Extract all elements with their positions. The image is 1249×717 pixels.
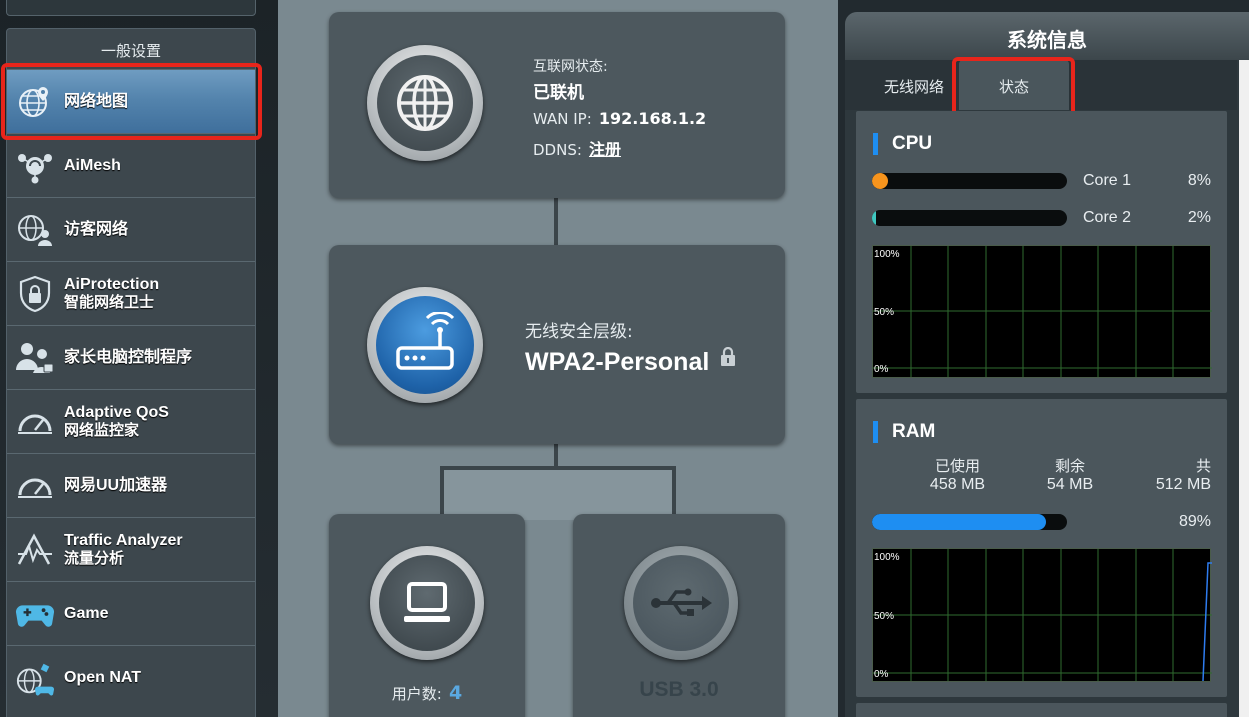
- router-button[interactable]: [367, 287, 483, 403]
- ram-used-label: 已使用: [934, 458, 980, 475]
- sidebar: 一般设置 网络地图 AiMesh 访客网络 AiProtection 智能网络卫…: [0, 0, 278, 717]
- lock-icon: [719, 346, 737, 371]
- sidebar-item-label: 网络地图: [64, 92, 129, 110]
- clients-count-value[interactable]: 4: [449, 682, 462, 704]
- parental-control-icon: [15, 340, 55, 376]
- cpu-core2-percent: 2%: [1187, 209, 1211, 226]
- internet-status-label: 互联网状态:: [533, 59, 608, 75]
- ram-section: RAM 已使用 458 MB 剩余 54 MB 共 512 MB 89% 100…: [856, 399, 1227, 697]
- wireless-security-label: 无线安全层级:: [525, 322, 633, 342]
- sidebar-item-label: AiMesh: [64, 156, 121, 174]
- sidebar-item-traffic-analyzer[interactable]: Traffic Analyzer 流量分析: [7, 517, 255, 581]
- wan-ip-label: WAN IP:: [533, 110, 592, 128]
- cpu-core1-percent: 8%: [1187, 172, 1211, 189]
- sidebar-item-adaptive-qos[interactable]: Adaptive QoS 网络监控家: [7, 389, 255, 453]
- computer-icon: [404, 582, 450, 622]
- usb-card[interactable]: USB 3.0: [573, 514, 785, 717]
- clients-count-label: 用户数:: [391, 685, 442, 703]
- sidebar-item-uu-accelerator[interactable]: 网易UU加速器: [7, 453, 255, 517]
- sidebar-item-sublabel: 流量分析: [64, 549, 125, 567]
- connector-line: [554, 196, 558, 250]
- clients-card[interactable]: 用户数: 4: [329, 514, 525, 717]
- ram-used-value: 458 MB: [929, 476, 986, 493]
- cpu-core1-bar: [872, 173, 1067, 189]
- usb-button[interactable]: [624, 546, 738, 660]
- open-nat-icon: [15, 660, 55, 696]
- ram-usage-graph: 100% 50% 0%: [872, 548, 1212, 682]
- usb-label: USB 3.0: [639, 678, 719, 701]
- aimesh-icon: [15, 148, 55, 184]
- sidebar-item-parental-control[interactable]: 家长电脑控制程序: [7, 325, 255, 389]
- internet-status-value: 已联机: [533, 83, 584, 103]
- cpu-title: CPU: [892, 133, 933, 154]
- cpu-usage-graph: 100% 50% 0%: [872, 245, 1212, 378]
- gamepad-icon: [15, 596, 55, 632]
- ddns-register-link[interactable]: 注册: [589, 140, 621, 159]
- wireless-security-value: WPA2-Personal: [525, 348, 710, 376]
- cpu-core2-label: Core 2: [1083, 209, 1132, 226]
- cpu-core1-label: Core 1: [1083, 172, 1132, 189]
- graph-label-0: 0%: [874, 364, 889, 375]
- router-security-card[interactable]: 无线安全层级: WPA2-Personal: [329, 245, 785, 444]
- panel-title: 系统信息: [845, 12, 1249, 60]
- ddns-label: DDNS:: [533, 141, 582, 159]
- graph-label-100: 100%: [874, 552, 900, 563]
- next-section: [856, 703, 1227, 717]
- internet-globe-button[interactable]: [367, 45, 483, 161]
- sidebar-item-label: Game: [64, 604, 109, 622]
- ram-usage-percent: 89%: [1178, 513, 1211, 530]
- sidebar-item-label: Traffic Analyzer: [64, 531, 183, 549]
- panel-tabs: 无线网络 状态: [845, 60, 1237, 110]
- sidebar-item-network-map[interactable]: 网络地图: [7, 69, 255, 133]
- graph-label-100: 100%: [874, 249, 900, 260]
- sidebar-menu: 一般设置 网络地图 AiMesh 访客网络 AiProtection 智能网络卫…: [6, 28, 256, 717]
- sidebar-item-sublabel: 智能网络卫士: [64, 293, 155, 311]
- speedometer-icon: [15, 404, 55, 440]
- ram-title: RAM: [892, 421, 936, 442]
- sidebar-item-label: 访客网络: [64, 220, 129, 238]
- tab-wireless[interactable]: 无线网络: [859, 60, 969, 110]
- guest-network-icon: [15, 212, 55, 248]
- wan-ip-value: 192.168.1.2: [598, 109, 707, 128]
- connector-line: [672, 466, 676, 520]
- ram-usage-bar: [872, 514, 1067, 530]
- tab-status[interactable]: 状态: [959, 60, 1069, 110]
- cpu-section: CPU Core 1 8% Core 2 2% 100% 50% 0%: [856, 111, 1227, 393]
- sidebar-item-guest-network[interactable]: 访客网络: [7, 197, 255, 261]
- graph-label-50: 50%: [874, 307, 895, 318]
- system-info-panel: 系统信息 无线网络 状态 CPU Core 1 8% Core 2 2% 100…: [845, 12, 1249, 717]
- sidebar-item-game[interactable]: Game: [7, 581, 255, 645]
- graph-label-0: 0%: [874, 669, 889, 680]
- network-map-area: 互联网状态: 已联机 WAN IP: 192.168.1.2 DDNS: 注册 …: [278, 0, 838, 717]
- sidebar-item-label: Open NAT: [64, 668, 142, 686]
- panel-scrollbar[interactable]: [1239, 60, 1249, 717]
- ram-total-label: 共: [1195, 458, 1211, 475]
- network-map-icon: [15, 84, 55, 120]
- sidebar-item-label: 家长电脑控制程序: [64, 348, 193, 366]
- shield-lock-icon: [15, 275, 55, 313]
- ram-total-value: 512 MB: [1155, 476, 1211, 493]
- speedometer-icon: [15, 468, 55, 504]
- graph-label-50: 50%: [874, 611, 895, 622]
- sidebar-item-aiprotection[interactable]: AiProtection 智能网络卫士: [7, 261, 255, 325]
- internet-status-card[interactable]: 互联网状态: 已联机 WAN IP: 192.168.1.2 DDNS: 注册: [329, 12, 785, 198]
- traffic-analyzer-icon: [15, 532, 55, 568]
- connector-line: [554, 442, 558, 468]
- ram-free-label: 剩余: [1054, 458, 1085, 475]
- router-icon: [396, 312, 455, 370]
- cpu-core2-bar: [872, 210, 1067, 226]
- sidebar-item-aimesh[interactable]: AiMesh: [7, 133, 255, 197]
- usb-icon: [651, 588, 712, 616]
- globe-icon: [397, 75, 453, 131]
- sidebar-item-label: 网易UU加速器: [64, 476, 168, 494]
- clients-button[interactable]: [370, 546, 484, 660]
- ram-free-value: 54 MB: [1046, 476, 1094, 493]
- sidebar-item-label: AiProtection: [64, 275, 160, 293]
- sidebar-item-sublabel: 网络监控家: [64, 421, 140, 439]
- sidebar-header: 一般设置: [100, 42, 161, 60]
- sidebar-top-panel: [6, 0, 256, 16]
- sidebar-item-label: Adaptive QoS: [64, 403, 169, 421]
- sidebar-item-open-nat[interactable]: Open NAT: [7, 645, 255, 709]
